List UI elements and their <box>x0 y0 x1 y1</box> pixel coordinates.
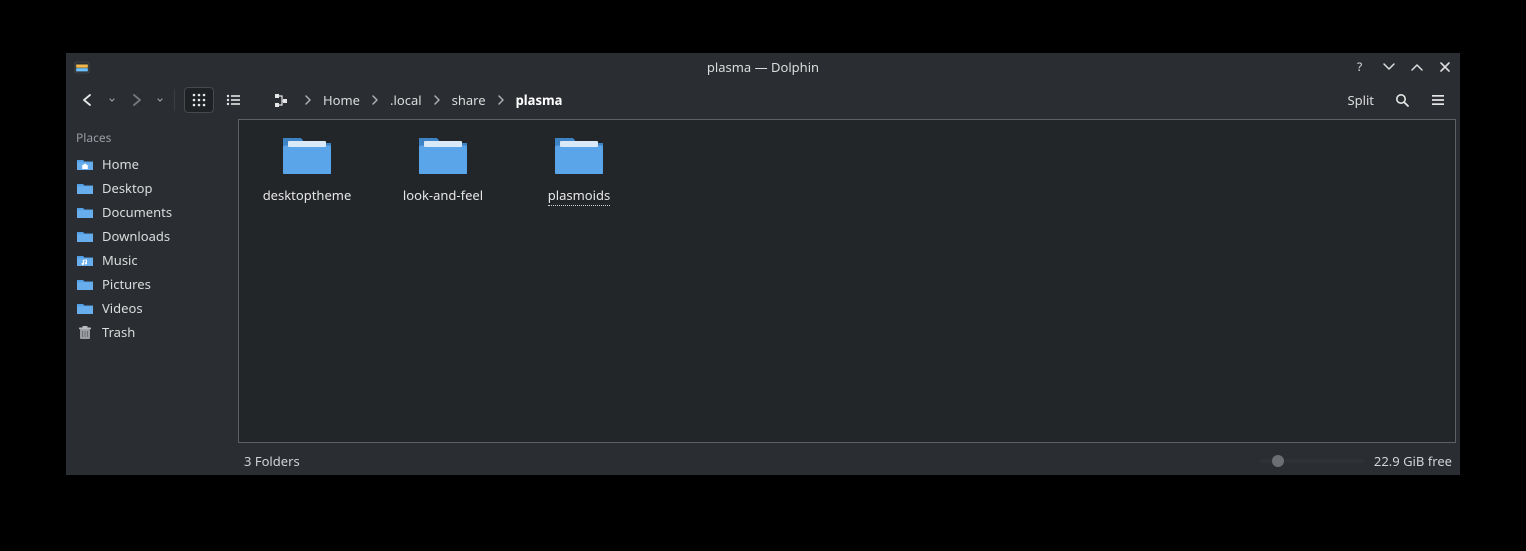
forward-button <box>122 88 150 112</box>
folder-icon <box>76 228 94 244</box>
split-view-button[interactable]: Split <box>1335 87 1380 113</box>
file-view[interactable]: desktoptheme look-and-feel plasmoids <box>238 119 1456 443</box>
sidebar-item-label: Pictures <box>102 275 151 293</box>
status-free-space: 22.9 GiB free <box>1374 452 1452 470</box>
sidebar-item-music[interactable]: Music <box>66 248 238 272</box>
folder-label: desktoptheme <box>263 186 352 204</box>
sidebar-item-downloads[interactable]: Downloads <box>66 224 238 248</box>
home-folder-icon <box>76 156 94 172</box>
back-button[interactable] <box>74 88 102 112</box>
folder-icon <box>76 204 94 220</box>
folder-icon <box>551 130 607 178</box>
minimize-button[interactable] <box>1382 60 1396 74</box>
folder-item[interactable]: desktoptheme <box>257 130 357 206</box>
app-icon <box>74 59 90 75</box>
separator <box>174 89 175 111</box>
maximize-button[interactable] <box>1410 60 1424 74</box>
toolbar: Home .local share plasma Split <box>66 81 1460 119</box>
folder-icon <box>279 130 335 178</box>
chevron-right-icon <box>368 95 382 105</box>
sidebar-item-label: Desktop <box>102 179 153 197</box>
hamburger-menu-button[interactable] <box>1424 88 1452 112</box>
status-item-count: 3 Folders <box>244 452 300 470</box>
sidebar-item-label: Music <box>102 251 138 269</box>
sidebar-item-label: Home <box>102 155 139 173</box>
menu-icon <box>1430 92 1446 108</box>
sidebar-item-label: Videos <box>102 299 143 317</box>
sidebar-item-desktop[interactable]: Desktop <box>66 176 238 200</box>
dolphin-window: plasma — Dolphin Home .local share plasm… <box>66 53 1460 475</box>
music-folder-icon <box>76 252 94 268</box>
sidebar-item-home[interactable]: Home <box>66 152 238 176</box>
folder-icon <box>76 276 94 292</box>
sidebar-item-label: Downloads <box>102 227 170 245</box>
window-title: plasma — Dolphin <box>66 58 1460 76</box>
breadcrumb-plasma[interactable]: plasma <box>510 87 569 113</box>
breadcrumb-share[interactable]: share <box>446 87 492 113</box>
breadcrumb-home[interactable]: Home <box>317 87 366 113</box>
sidebar-item-trash[interactable]: Trash <box>66 320 238 344</box>
sidebar-item-documents[interactable]: Documents <box>66 200 238 224</box>
sidebar-item-label: Trash <box>102 323 135 341</box>
folder-icon <box>76 300 94 316</box>
compact-view-button[interactable] <box>219 88 247 112</box>
breadcrumb: Home .local share plasma <box>301 87 568 113</box>
zoom-slider[interactable] <box>1260 459 1364 463</box>
trash-icon <box>76 324 94 340</box>
places-section-label: Places <box>66 125 238 152</box>
zoom-slider-knob[interactable] <box>1272 455 1284 467</box>
close-button[interactable] <box>1438 60 1452 74</box>
status-bar: 3 Folders 22.9 GiB free <box>66 447 1460 475</box>
chevron-right-icon <box>301 95 315 105</box>
folder-icon <box>415 130 471 178</box>
back-history-dropdown[interactable] <box>108 96 116 104</box>
sidebar-item-label: Documents <box>102 203 172 221</box>
chevron-right-icon <box>494 95 508 105</box>
places-panel: Places Home Desktop Documents Downloads … <box>66 119 238 447</box>
chevron-right-icon <box>430 95 444 105</box>
folder-label: plasmoids <box>548 186 610 206</box>
help-button[interactable] <box>1354 60 1368 74</box>
search-button[interactable] <box>1388 88 1416 112</box>
tree-view-button[interactable] <box>267 88 295 112</box>
search-icon <box>1394 92 1410 108</box>
icons-view-button[interactable] <box>185 88 213 112</box>
sidebar-item-videos[interactable]: Videos <box>66 296 238 320</box>
folder-item[interactable]: look-and-feel <box>393 130 493 206</box>
folder-item[interactable]: plasmoids <box>529 130 629 206</box>
forward-history-dropdown[interactable] <box>156 96 164 104</box>
titlebar[interactable]: plasma — Dolphin <box>66 53 1460 81</box>
folder-label: look-and-feel <box>403 186 483 204</box>
split-label: Split <box>1347 91 1374 109</box>
folder-icon <box>76 180 94 196</box>
breadcrumb-local[interactable]: .local <box>384 87 428 113</box>
sidebar-item-pictures[interactable]: Pictures <box>66 272 238 296</box>
